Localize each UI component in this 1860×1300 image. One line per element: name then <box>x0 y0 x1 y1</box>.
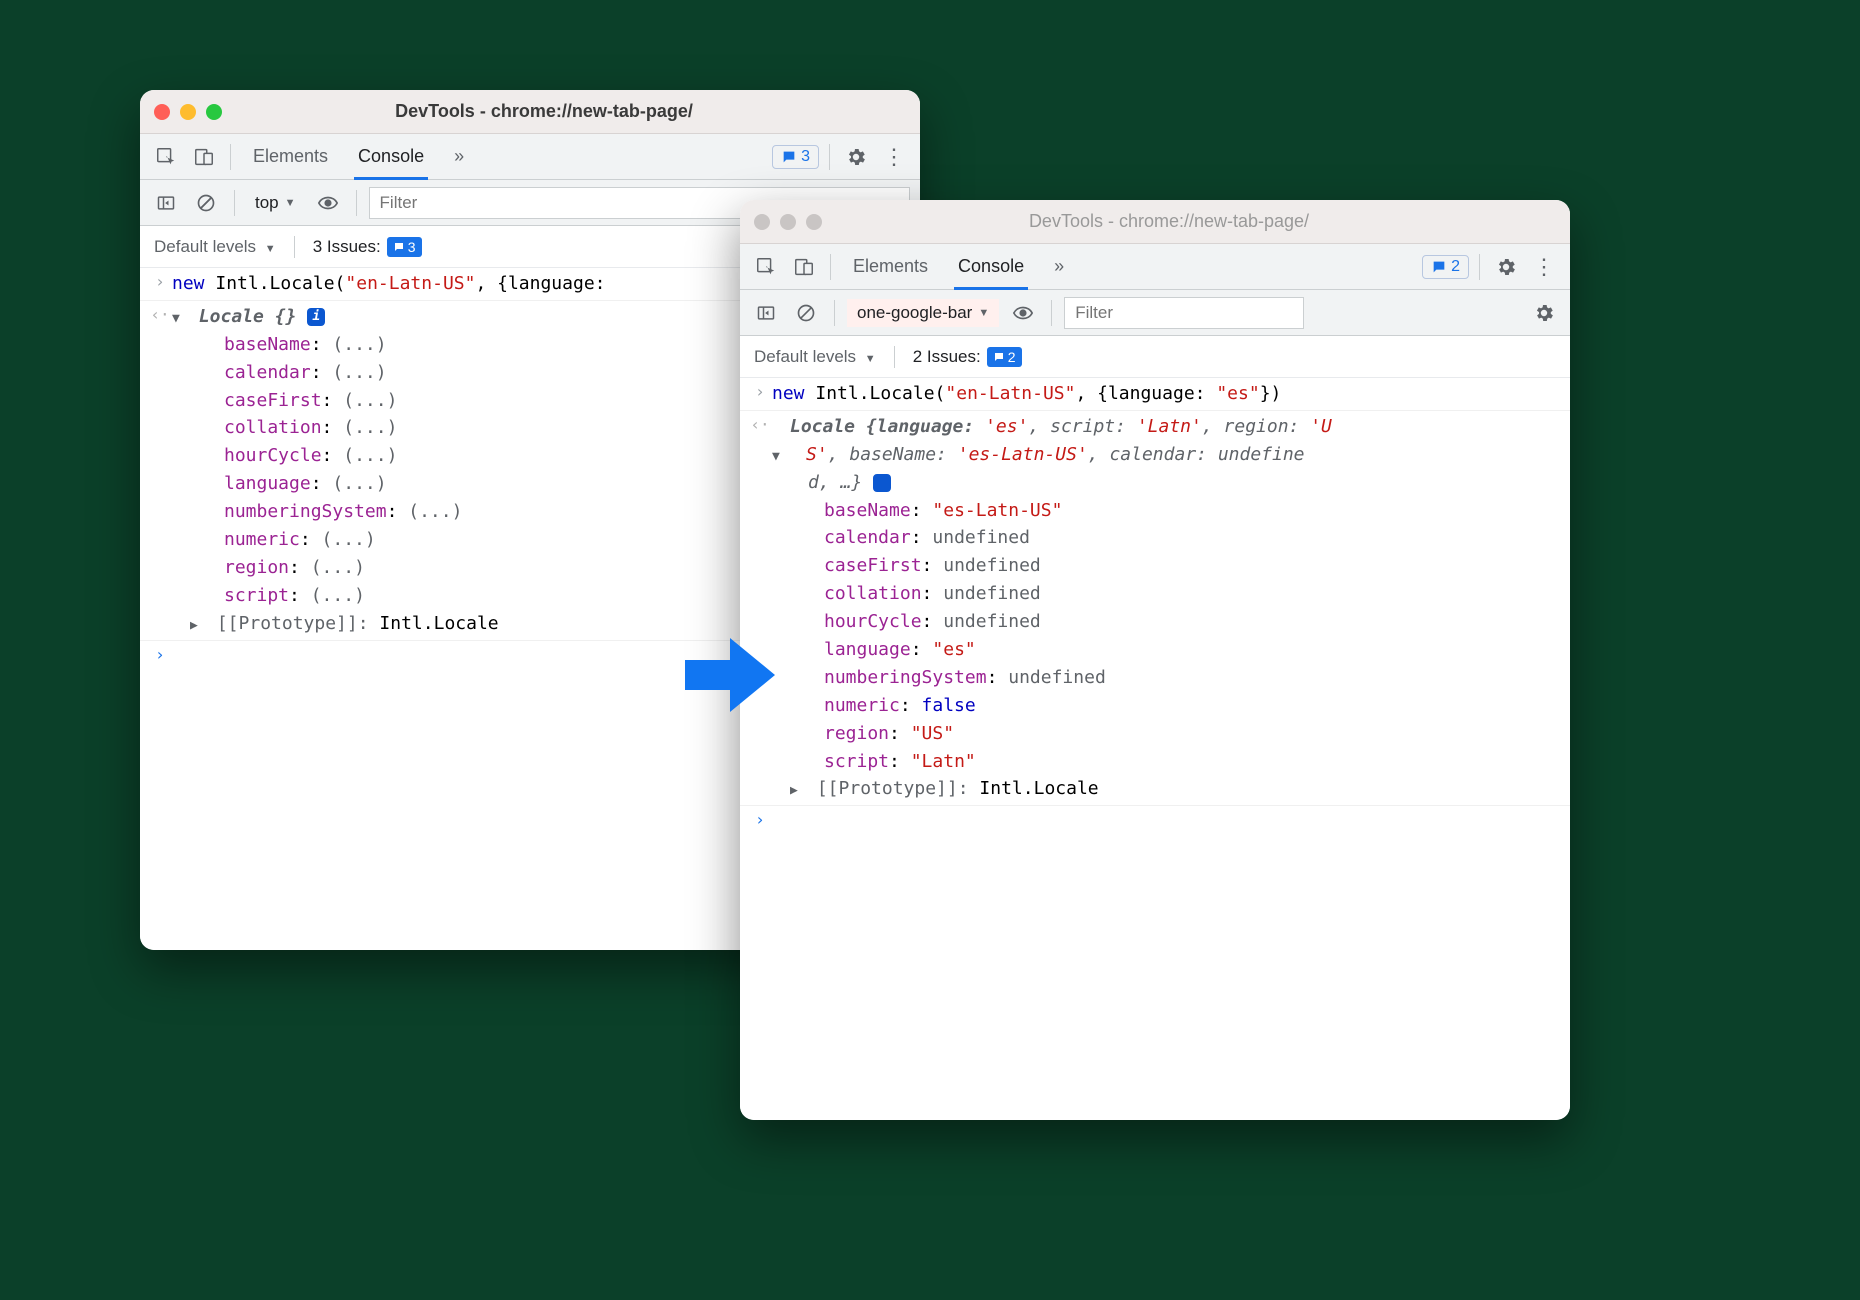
traffic-lights[interactable] <box>754 214 822 230</box>
zoom-dot[interactable] <box>206 104 222 120</box>
inspect-icon[interactable] <box>150 141 182 173</box>
filter-input[interactable] <box>1064 297 1304 329</box>
separator <box>1479 254 1480 280</box>
issues-chip: 2 <box>987 347 1022 367</box>
sidebar-toggle-icon[interactable] <box>750 297 782 329</box>
messages-count: 3 <box>801 148 810 166</box>
object-property[interactable]: baseName: "es-Latn-US" <box>772 497 1560 525</box>
levels-bar: Default levels ▼ 2 Issues: 2 <box>740 336 1570 378</box>
object-property[interactable]: numeric: false <box>772 692 1560 720</box>
live-expression-icon[interactable] <box>1007 297 1039 329</box>
settings-icon[interactable] <box>840 141 872 173</box>
object-property[interactable]: numberingSystem: undefined <box>772 664 1560 692</box>
tab-console[interactable]: Console <box>946 244 1036 289</box>
expand-toggle-icon[interactable]: ▶ <box>790 781 806 801</box>
panel-tabs: Elements Console » 3 ⋮ <box>140 134 920 180</box>
object-property[interactable]: hourCycle: undefined <box>772 608 1560 636</box>
object-property[interactable]: collation: undefined <box>772 580 1560 608</box>
separator <box>829 144 830 170</box>
messages-badge[interactable]: 3 <box>772 145 819 169</box>
separator <box>294 236 295 258</box>
object-preview[interactable]: Locale {language: 'es', script: 'Latn', … <box>772 413 1560 497</box>
traffic-lights[interactable] <box>154 104 222 120</box>
settings-icon[interactable] <box>1490 251 1522 283</box>
minimize-dot[interactable] <box>180 104 196 120</box>
console-result: ‹· Locale {language: 'es', script: 'Latn… <box>740 410 1570 805</box>
separator <box>230 144 231 170</box>
issues-link[interactable]: 3 Issues: 3 <box>313 237 422 257</box>
collapse-toggle-icon[interactable]: ▼ <box>790 447 806 467</box>
inspect-icon[interactable] <box>750 251 782 283</box>
object-property[interactable]: caseFirst: undefined <box>772 552 1560 580</box>
console-prompt[interactable]: › <box>740 805 1570 835</box>
window-title: DevTools - chrome://new-tab-page/ <box>242 101 846 122</box>
close-dot[interactable] <box>154 104 170 120</box>
titlebar: DevTools - chrome://new-tab-page/ <box>740 200 1570 244</box>
separator <box>834 300 835 326</box>
messages-count: 2 <box>1451 258 1460 276</box>
issues-chip: 3 <box>387 237 422 257</box>
console-filter-bar: one-google-bar ▼ <box>740 290 1570 336</box>
console-body[interactable]: › new Intl.Locale("en-Latn-US", {languag… <box>740 378 1570 1120</box>
live-expression-icon[interactable] <box>312 187 344 219</box>
messages-badge[interactable]: 2 <box>1422 255 1469 279</box>
object-property[interactable]: language: "es" <box>772 636 1560 664</box>
object-property[interactable]: region: "US" <box>772 720 1560 748</box>
tab-elements[interactable]: Elements <box>841 244 940 289</box>
context-selector[interactable]: top ▼ <box>247 189 304 217</box>
separator <box>894 346 895 368</box>
device-toolbar-icon[interactable] <box>788 251 820 283</box>
levels-selector[interactable]: Default levels ▼ <box>754 347 876 367</box>
chevron-down-icon: ▼ <box>285 197 296 209</box>
separator <box>830 254 831 280</box>
transition-arrow-icon <box>680 630 780 720</box>
separator <box>1051 300 1052 326</box>
tab-more[interactable]: » <box>1042 244 1076 289</box>
panel-tabs: Elements Console » 2 ⋮ <box>740 244 1570 290</box>
titlebar: DevTools - chrome://new-tab-page/ <box>140 90 920 134</box>
chevron-down-icon: ▼ <box>865 353 876 365</box>
console-input-echo: › new Intl.Locale("en-Latn-US", {languag… <box>740 378 1570 410</box>
zoom-dot[interactable] <box>806 214 822 230</box>
devtools-window-after: DevTools - chrome://new-tab-page/ Elemen… <box>740 200 1570 1120</box>
context-selector[interactable]: one-google-bar ▼ <box>847 299 999 327</box>
info-icon[interactable]: i <box>307 308 325 326</box>
levels-selector[interactable]: Default levels ▼ <box>154 237 276 257</box>
settings-icon[interactable] <box>1528 297 1560 329</box>
separator <box>356 190 357 216</box>
issues-link[interactable]: 2 Issues: 2 <box>913 347 1022 367</box>
collapse-toggle-icon[interactable]: ▼ <box>172 309 188 329</box>
more-menu-icon[interactable]: ⋮ <box>1528 251 1560 283</box>
expand-toggle-icon[interactable]: ▶ <box>190 616 206 636</box>
minimize-dot[interactable] <box>780 214 796 230</box>
clear-console-icon[interactable] <box>790 297 822 329</box>
close-dot[interactable] <box>754 214 770 230</box>
tab-more[interactable]: » <box>442 134 476 179</box>
tab-console[interactable]: Console <box>346 134 436 179</box>
sidebar-toggle-icon[interactable] <box>150 187 182 219</box>
tab-elements[interactable]: Elements <box>241 134 340 179</box>
info-icon[interactable]: i <box>873 474 891 492</box>
device-toolbar-icon[interactable] <box>188 141 220 173</box>
object-property[interactable]: script: "Latn" <box>772 748 1560 776</box>
chevron-down-icon: ▼ <box>265 243 276 255</box>
separator <box>234 190 235 216</box>
chevron-down-icon: ▼ <box>978 307 989 319</box>
object-property[interactable]: calendar: undefined <box>772 524 1560 552</box>
clear-console-icon[interactable] <box>190 187 222 219</box>
more-menu-icon[interactable]: ⋮ <box>878 141 910 173</box>
window-title: DevTools - chrome://new-tab-page/ <box>842 211 1496 232</box>
